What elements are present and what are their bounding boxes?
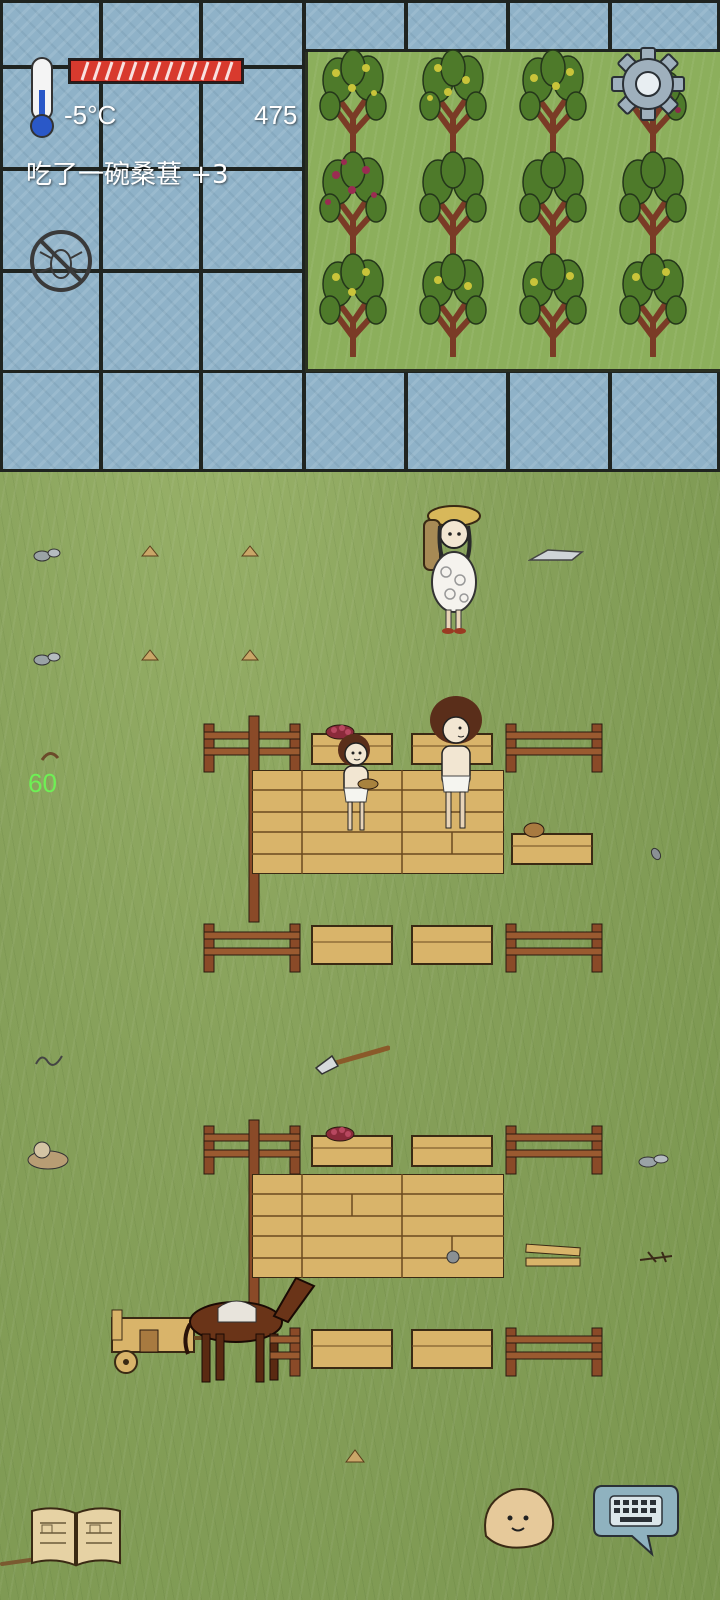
health-bar <box>68 58 244 84</box>
mulberry-tree[interactable] <box>308 252 398 357</box>
mulberry-tree[interactable] <box>508 150 598 255</box>
kindling[interactable] <box>638 1248 674 1266</box>
thermometer-icon <box>30 57 54 138</box>
twig[interactable] <box>40 748 60 762</box>
burdock-sprout[interactable] <box>240 646 260 662</box>
fence[interactable] <box>502 1120 608 1176</box>
water-tile <box>303 370 407 472</box>
water-tile <box>200 270 305 374</box>
fence[interactable] <box>502 718 608 774</box>
water-tile <box>507 370 611 472</box>
keyboard-chat-icon[interactable] <box>592 1478 680 1558</box>
wooden-box[interactable] <box>410 918 494 968</box>
fence[interactable] <box>502 1322 608 1378</box>
age-indicator: 60 <box>28 768 57 798</box>
wooden-box[interactable] <box>410 1322 494 1372</box>
wooden-box[interactable] <box>310 918 394 968</box>
no-bugs-icon[interactable] <box>26 226 96 296</box>
emote-face-icon[interactable] <box>478 1480 558 1552</box>
mulberry-tree[interactable] <box>408 150 498 255</box>
wooden-box[interactable] <box>410 1118 494 1168</box>
fence[interactable] <box>200 1322 306 1378</box>
game-world[interactable] <box>0 0 720 1600</box>
mulberry-tree[interactable] <box>608 150 698 255</box>
water-tile <box>609 370 720 472</box>
burdock-sprout[interactable] <box>140 646 160 662</box>
burdock-sprout[interactable] <box>140 542 160 558</box>
gear-icon[interactable] <box>610 46 686 122</box>
burdock-sprout[interactable] <box>344 1446 366 1464</box>
wooden-box[interactable] <box>310 1322 394 1372</box>
water-tile <box>507 0 611 52</box>
small-stone[interactable] <box>648 846 664 862</box>
player-character[interactable] <box>410 500 490 640</box>
child-character[interactable] <box>426 692 486 834</box>
burdock-sprout[interactable] <box>240 542 260 558</box>
fence[interactable] <box>200 918 306 974</box>
round-stones[interactable] <box>30 648 64 668</box>
mulberry-tree[interactable] <box>408 252 498 357</box>
food-message: 吃了一碗桑葚 +3 <box>26 160 229 190</box>
water-tile <box>100 270 202 374</box>
stones-pile[interactable] <box>636 1150 672 1170</box>
water-tile <box>0 370 102 472</box>
boards[interactable] <box>524 1242 582 1272</box>
mulberry-tree[interactable] <box>308 48 398 153</box>
wooden-box-with-bread[interactable] <box>510 816 594 866</box>
water-tile <box>100 370 202 472</box>
flint-stone[interactable] <box>528 546 584 566</box>
water-tile <box>405 0 509 52</box>
temperature-readout: -5°C <box>64 100 117 130</box>
mulberry-tree[interactable] <box>308 150 398 255</box>
mulberry-tree[interactable] <box>408 48 498 153</box>
fence[interactable] <box>502 918 608 974</box>
water-tile <box>405 370 509 472</box>
mulberry-tree[interactable] <box>508 48 598 153</box>
round-stone[interactable] <box>444 1248 462 1266</box>
wooden-box-with-mulberries[interactable] <box>310 1118 394 1168</box>
yum-score: 475 <box>254 100 298 130</box>
child-character[interactable] <box>330 730 382 836</box>
shovel[interactable] <box>312 1042 390 1076</box>
water-tile <box>609 0 720 52</box>
dead-rabbit[interactable] <box>24 1138 72 1172</box>
water-tile <box>200 370 305 472</box>
water-tile <box>303 0 407 52</box>
mulberry-tree[interactable] <box>608 252 698 357</box>
recipe-book-icon[interactable] <box>28 1505 124 1569</box>
round-stones[interactable] <box>30 544 64 564</box>
mulberry-tree[interactable] <box>508 252 598 357</box>
rope[interactable] <box>34 1050 64 1070</box>
